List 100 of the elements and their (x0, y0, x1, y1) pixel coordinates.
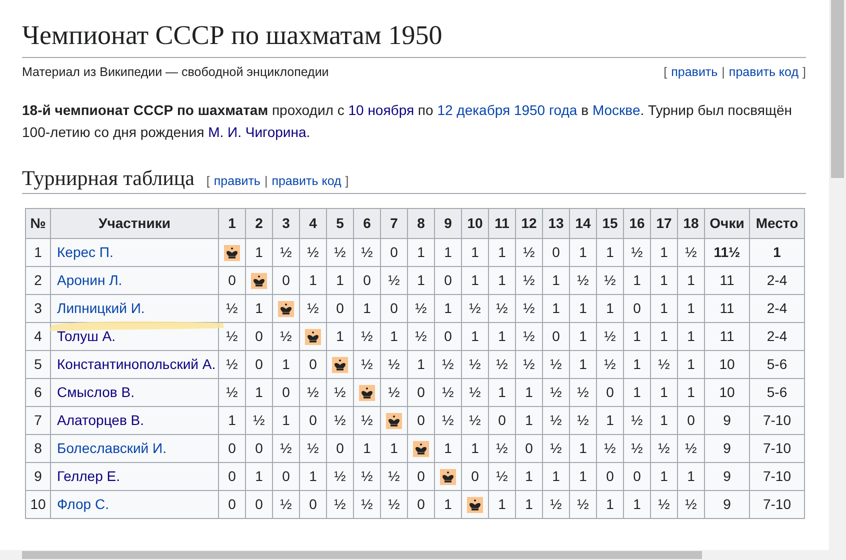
player-link[interactable]: Флор С. (57, 496, 109, 512)
king-icon (224, 245, 240, 262)
table-cell: 0 (246, 322, 272, 350)
edit-link[interactable]: править (214, 174, 260, 188)
table-cell: 1 (326, 266, 354, 294)
table-cell: ½ (300, 378, 326, 406)
table-cell: 2 (26, 266, 50, 294)
player-link[interactable]: Керес П. (57, 244, 114, 260)
table-cell: 1 (516, 490, 542, 518)
table-cell: ½ (246, 406, 272, 434)
table-cell: 1 (570, 462, 596, 490)
table-cell: 1 (570, 350, 596, 378)
vertical-scrollbar[interactable] (829, 0, 846, 560)
column-header: 4 (300, 208, 326, 238)
table-cell: 0 (272, 462, 300, 490)
king-icon (332, 357, 348, 374)
player-link[interactable]: Алаторцев В. (57, 412, 144, 428)
player-link[interactable]: Константинопольский А. (57, 356, 216, 372)
column-header: Очки (704, 208, 750, 238)
table-cell: 0 (300, 350, 326, 378)
table-cell: ½ (462, 406, 488, 434)
table-cell: 0 (246, 350, 272, 378)
column-header: 11 (488, 208, 516, 238)
table-cell: ½ (408, 294, 434, 322)
table-cell: ½ (516, 266, 542, 294)
table-cell: 9 (704, 406, 750, 434)
table-cell: 1 (434, 238, 462, 266)
column-header: Место (750, 208, 804, 238)
table-cell: 1 (624, 378, 650, 406)
table-cell: 0 (326, 434, 354, 462)
table-cell: ½ (354, 490, 380, 518)
table-cell: ½ (218, 350, 246, 378)
table-cell: ½ (300, 238, 326, 266)
horizontal-scrollbar[interactable] (0, 550, 829, 560)
table-cell: 1 (570, 294, 596, 322)
table-cell: 0 (218, 266, 246, 294)
edit-source-link[interactable]: править код (728, 65, 799, 80)
player-link[interactable]: Смыслов В. (57, 384, 134, 400)
table-cell: ½ (570, 490, 596, 518)
table-cell: 1 (300, 266, 326, 294)
table-cell: 1 (434, 490, 462, 518)
section-heading: Турнирная таблица (22, 166, 194, 191)
edit-source-link[interactable]: править код (272, 174, 342, 188)
table-cell: 4 (26, 322, 50, 350)
bracket: ] (345, 174, 349, 188)
table-cell: ½ (542, 490, 570, 518)
bracket: ] (802, 65, 806, 80)
table-cell: ½ (488, 294, 516, 322)
table-cell: ½ (354, 322, 380, 350)
table-cell: 0 (408, 462, 434, 490)
table-cell: 0 (408, 490, 434, 518)
table-cell: ½ (354, 462, 380, 490)
table-cell: ½ (462, 350, 488, 378)
table-cell: 11 (704, 266, 750, 294)
table-cell: 7-10 (750, 490, 804, 518)
player-link[interactable]: Геллер Е. (57, 468, 120, 484)
table-cell: 1 (26, 238, 50, 266)
table-cell: 1 (542, 462, 570, 490)
table-cell: ½ (624, 434, 650, 462)
table-cell: ½ (434, 406, 462, 434)
edit-link[interactable]: править (671, 65, 718, 80)
table-cell: 0 (354, 266, 380, 294)
text-link[interactable]: 12 декабря 1950 года (437, 102, 578, 118)
table-cell: ½ (354, 350, 380, 378)
table-cell: ½ (326, 462, 354, 490)
column-header: 5 (326, 208, 354, 238)
player-link[interactable]: Болеславский И. (57, 440, 166, 456)
bracket: [ (664, 65, 668, 80)
player-link[interactable]: Толуш А. (57, 328, 116, 344)
text-link[interactable]: Москве (592, 102, 640, 118)
bracket: [ (206, 174, 210, 188)
table-cell: 1 (380, 322, 408, 350)
table-cell: 1 (462, 434, 488, 462)
player-link[interactable]: Аронин Л. (57, 272, 122, 288)
table-cell: ½ (624, 406, 650, 434)
table-cell: 0 (272, 266, 300, 294)
table-cell: 1 (624, 266, 650, 294)
column-header: 16 (624, 208, 650, 238)
table-cell: ½ (434, 378, 462, 406)
table-cell: 0 (300, 406, 326, 434)
table-cell: 1 (596, 490, 624, 518)
column-header: № (26, 208, 50, 238)
table-cell: ½ (408, 322, 434, 350)
table-cell: 1 (300, 462, 326, 490)
text-link[interactable]: М. И. Чигорина (208, 124, 306, 140)
table-cell: 1 (542, 294, 570, 322)
player-link[interactable]: Липницкий И. (57, 300, 145, 316)
text-link[interactable]: 10 ноября (348, 102, 414, 118)
table-cell: 5-6 (750, 350, 804, 378)
table-cell: 1 (272, 406, 300, 434)
separator: | (722, 65, 725, 80)
table-cell: 1 (650, 238, 678, 266)
column-header: Участники (50, 208, 218, 238)
table-cell: 0 (678, 406, 704, 434)
table-cell: 5-6 (750, 378, 804, 406)
table-cell: ½ (542, 406, 570, 434)
table-cell: 3 (26, 294, 50, 322)
table-cell: 1 (408, 266, 434, 294)
table-cell: 1 (488, 266, 516, 294)
table-cell: ½ (380, 462, 408, 490)
